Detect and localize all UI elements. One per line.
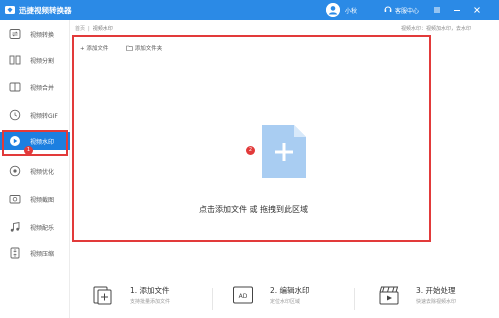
sidebar-item-merge[interactable]: 视频合并 [0, 78, 70, 96]
add-file-label: 添加文件 [86, 46, 109, 52]
file-drop-zone[interactable]: + 添加文件 添加文件夹 2 点击添加文件 或 拖拽到此区域 [72, 35, 431, 242]
menu-icon[interactable] [431, 4, 443, 16]
steps-bar: 1. 添加文件 支持批量添加文件 AD 2. 编辑水印 定位水印区域 3. 开始… [70, 278, 499, 318]
drop-hint-text: 点击添加文件 或 拖拽到此区域 [198, 205, 309, 214]
minimize-icon[interactable] [451, 4, 463, 16]
step-title: 1. 添加文件 [130, 286, 170, 295]
sidebar-item-music[interactable]: 视频配乐 [0, 218, 70, 236]
step-divider [354, 288, 355, 310]
gif-icon [9, 109, 21, 121]
edit-watermark-icon: AD [233, 286, 253, 304]
convert-icon [9, 29, 21, 39]
sidebar-item-label: 视频压缩 [30, 251, 55, 258]
breadcrumb-current: 视频水印 [92, 26, 113, 32]
sidebar-item-compress[interactable]: 视频压缩 [0, 244, 70, 262]
step-description: 支持批量添加文件 [130, 299, 171, 305]
sidebar-item-optimize[interactable]: 视频优化 [0, 162, 70, 180]
step-badge-1: 1 [24, 146, 33, 155]
sidebar-item-label: 视频配乐 [30, 225, 55, 232]
step-title: 3. 开始处理 [416, 286, 456, 295]
sidebar-item-gif[interactable]: 视频转GIF [0, 106, 70, 124]
sidebar-item-convert[interactable]: 视频转换 [0, 25, 70, 43]
optimize-icon [9, 165, 21, 177]
add-folder-label: 添加文件夹 [134, 46, 163, 52]
add-folder-button[interactable]: 添加文件夹 [126, 44, 162, 52]
sidebar-item-label: 视频优化 [30, 169, 55, 176]
sidebar: 视频转换 视频分割 视频合并 视频转GIF 视频水印 视频优化 视频截图 视频配… [0, 20, 70, 318]
sidebar-item-split[interactable]: 视频分割 [0, 51, 70, 69]
step-description: 定位水印区域 [270, 299, 301, 305]
username[interactable]: 小秋 [345, 6, 357, 15]
step-divider [212, 288, 213, 310]
app-title: 迅捷视频转换器 [19, 6, 72, 15]
screenshot-icon [9, 195, 21, 204]
add-file-step-icon [93, 286, 112, 305]
sidebar-item-screenshot[interactable]: 视频截图 [0, 190, 70, 208]
add-file-button[interactable]: + 添加文件 [80, 44, 108, 52]
add-file-large-icon[interactable] [262, 125, 306, 178]
plus-icon: + [80, 46, 85, 52]
sidebar-item-label: 视频分割 [30, 58, 55, 65]
close-icon[interactable] [471, 4, 483, 16]
active-item-highlight [2, 130, 68, 156]
split-icon [9, 55, 21, 65]
app-logo-icon [5, 6, 15, 14]
sidebar-item-label: 视频合并 [30, 85, 55, 92]
step-badge-2: 2 [246, 146, 255, 155]
folder-icon [126, 45, 133, 51]
sidebar-item-label: 视频转换 [30, 32, 55, 39]
sidebar-item-label: 视频转GIF [30, 113, 58, 120]
breadcrumb: 首页 | 视频水印 [75, 25, 113, 32]
step-description: 快速去除视频水印 [416, 299, 457, 305]
step-title: 2. 编辑水印 [270, 286, 310, 295]
headset-icon[interactable] [384, 5, 392, 13]
breadcrumb-separator: | [88, 26, 90, 32]
clapperboard-icon [379, 286, 399, 305]
svg-text:AD: AD [239, 293, 248, 300]
feature-description: 视频水印：视频加水印，去水印 [401, 26, 472, 32]
title-bar: 迅捷视频转换器 小秋 客服中心 [0, 0, 499, 20]
merge-icon [9, 82, 21, 92]
sidebar-item-label: 视频截图 [30, 197, 55, 204]
music-icon [10, 221, 20, 232]
service-center-link[interactable]: 客服中心 [395, 6, 419, 15]
user-avatar-icon[interactable] [326, 3, 340, 17]
compress-icon [10, 247, 20, 259]
breadcrumb-home[interactable]: 首页 [75, 26, 85, 32]
